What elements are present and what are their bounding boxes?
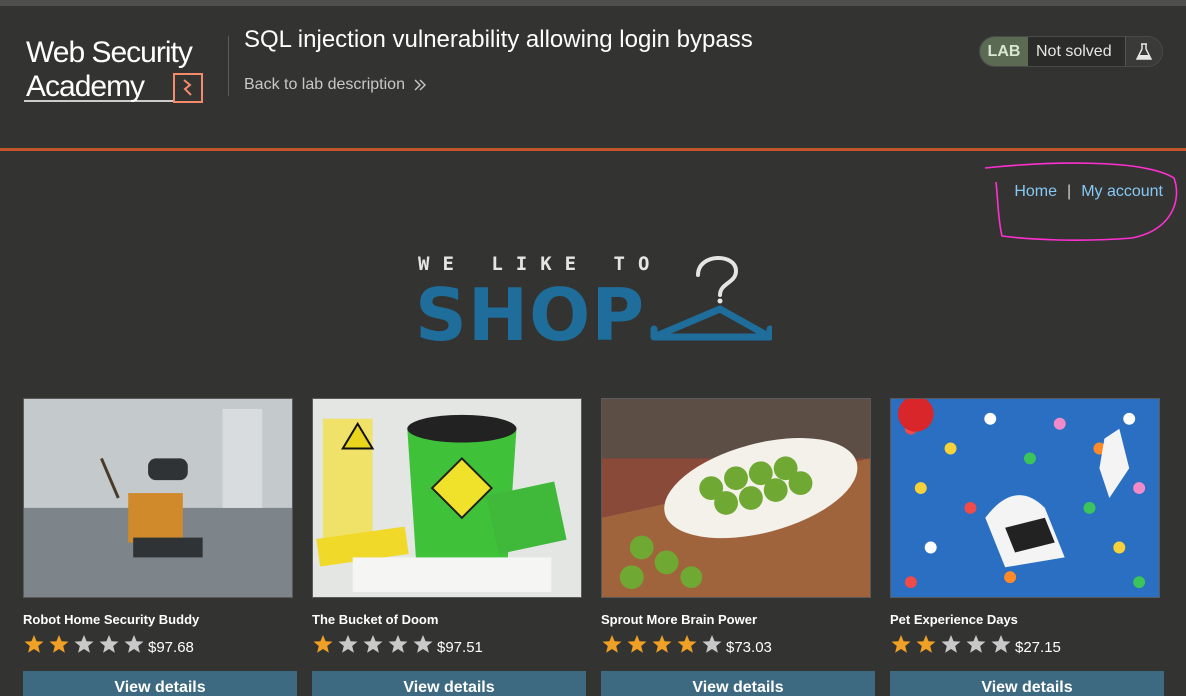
view-details-button[interactable]: View details (23, 671, 297, 696)
star-empty-icon (388, 635, 408, 653)
star-empty-icon (991, 635, 1011, 653)
logo-line2: Academy (26, 70, 145, 103)
lab-tag: LAB (980, 37, 1028, 66)
home-link[interactable]: Home (1014, 183, 1057, 201)
nav-separator: | (1067, 183, 1072, 200)
product-name: The Bucket of Doom (312, 612, 439, 627)
product-image-pet[interactable] (890, 398, 1160, 598)
star-empty-icon (124, 635, 144, 653)
product-rating (890, 634, 1012, 654)
product-card: The Bucket of Doom $97.51 View details (312, 398, 586, 696)
account-nav: Home | My account (1014, 183, 1163, 201)
hanger-icon (650, 256, 772, 341)
star-empty-icon (99, 635, 119, 653)
star-filled-icon (602, 635, 622, 653)
lab-status-text: Not solved (1028, 37, 1126, 66)
product-image-bucket[interactable] (312, 398, 582, 598)
star-filled-icon (891, 635, 911, 653)
star-empty-icon (966, 635, 986, 653)
product-price: $73.03 (726, 639, 772, 656)
highlight-scribble (984, 162, 1178, 241)
product-image-robot[interactable] (23, 398, 293, 598)
back-link-label: Back to lab description (244, 76, 405, 93)
product-card: Robot Home Security Buddy $97.68 View de… (23, 398, 297, 696)
back-to-lab-description-link[interactable]: Back to lab description (244, 76, 427, 94)
star-empty-icon (413, 635, 433, 653)
product-price: $97.51 (437, 639, 483, 656)
banner-big-text: SHOP (415, 273, 646, 357)
product-image-sprouts[interactable] (601, 398, 871, 598)
lab-status-widget: LAB Not solved (979, 36, 1163, 67)
logo-line1: Web Security (26, 36, 193, 69)
star-filled-icon (677, 635, 697, 653)
star-filled-icon (49, 635, 69, 653)
star-empty-icon (702, 635, 722, 653)
star-filled-icon (313, 635, 333, 653)
view-details-button[interactable]: View details (601, 671, 875, 696)
star-filled-icon (24, 635, 44, 653)
product-rating (312, 634, 434, 654)
product-name: Sprout More Brain Power (601, 612, 758, 627)
lab-header: Web Security Academy SQL injection vulne… (0, 6, 1186, 148)
product-name: Robot Home Security Buddy (23, 612, 200, 627)
view-details-button[interactable]: View details (890, 671, 1164, 696)
product-name: Pet Experience Days (890, 612, 1018, 627)
star-filled-icon (652, 635, 672, 653)
header-accent-rule (0, 148, 1186, 151)
star-filled-icon (916, 635, 936, 653)
product-price: $27.15 (1015, 639, 1061, 656)
lab-title: SQL injection vulnerability allowing log… (244, 26, 753, 53)
product-card: Sprout More Brain Power $73.03 View deta… (601, 398, 875, 696)
product-rating (23, 634, 145, 654)
my-account-link[interactable]: My account (1081, 183, 1163, 201)
product-price: $97.68 (148, 639, 194, 656)
web-security-academy-logo[interactable]: Web Security Academy (24, 34, 224, 106)
product-grid: Robot Home Security Buddy $97.68 View de… (23, 398, 1164, 696)
double-chevron-right-icon (414, 79, 426, 91)
star-filled-icon (627, 635, 647, 653)
product-card: Pet Experience Days $27.15 View details (890, 398, 1164, 696)
product-rating (601, 634, 723, 654)
flask-icon[interactable] (1126, 37, 1162, 66)
star-empty-icon (363, 635, 383, 653)
we-like-to-shop-banner: WE LIKE TO SHOP (415, 253, 772, 357)
banner-small-text: WE LIKE TO (418, 253, 663, 275)
logo-divider (228, 36, 229, 96)
star-empty-icon (941, 635, 961, 653)
star-empty-icon (338, 635, 358, 653)
view-details-button[interactable]: View details (312, 671, 586, 696)
star-empty-icon (74, 635, 94, 653)
